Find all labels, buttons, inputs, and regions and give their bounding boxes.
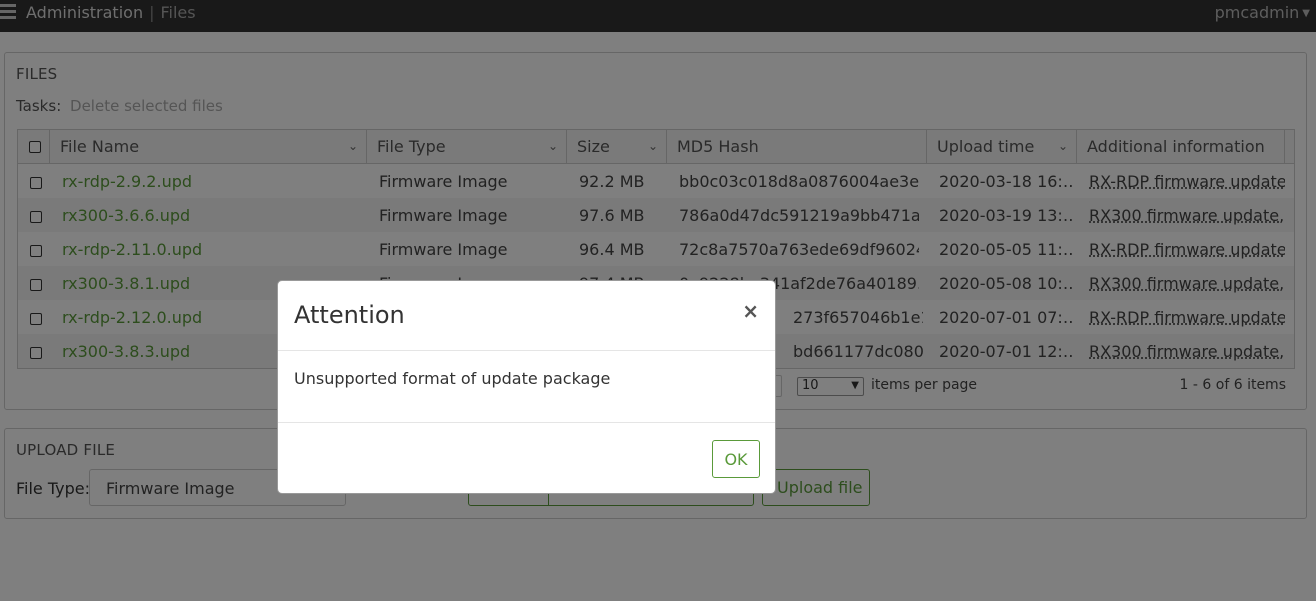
ok-button[interactable]: OK (712, 440, 760, 478)
attention-dialog: Attention × Unsupported format of update… (277, 280, 776, 494)
dialog-title: Attention (294, 301, 405, 329)
dialog-footer: OK (278, 422, 775, 494)
dialog-message: Unsupported format of update package (294, 369, 611, 388)
close-icon[interactable]: × (742, 299, 759, 323)
dialog-header: Attention × (278, 281, 775, 351)
